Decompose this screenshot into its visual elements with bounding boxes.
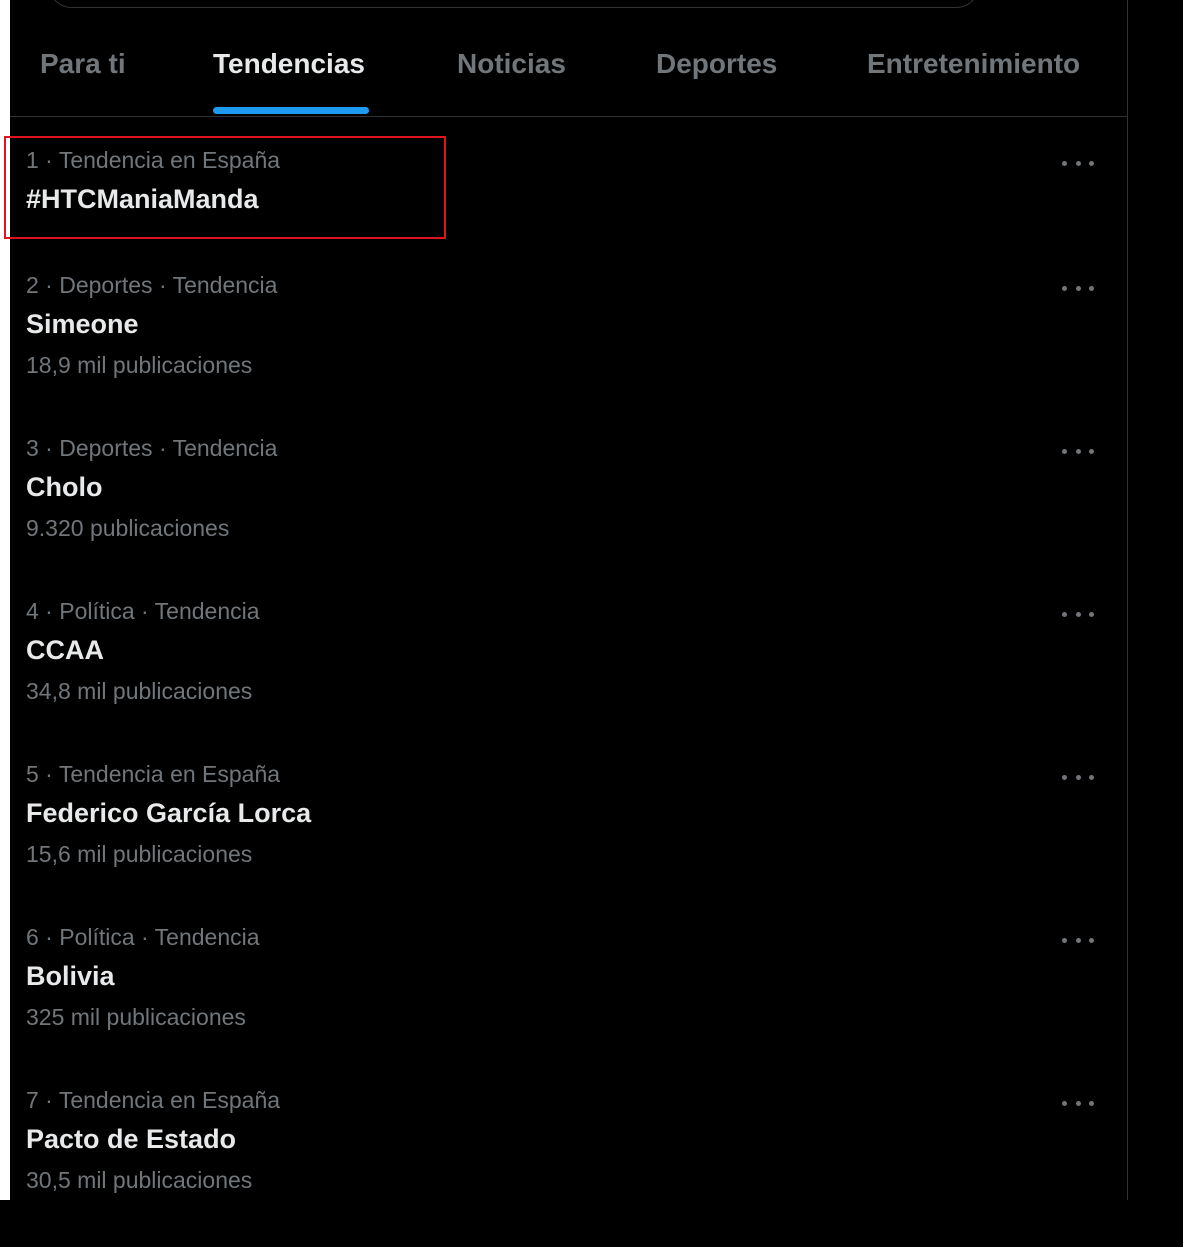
tab-tendencias[interactable]: Tendencias xyxy=(213,48,365,80)
trend-meta: 1 · Tendencia en España xyxy=(26,147,281,173)
trend-post-count: 30,5 mil publicaciones xyxy=(26,1167,253,1193)
trend-item[interactable]: 3 · Deportes · Tendencia Cholo 9.320 pub… xyxy=(10,435,1127,595)
tab-para-ti[interactable]: Para ti xyxy=(40,48,126,80)
trend-item[interactable]: 6 · Política · Tendencia Bolivia 325 mil… xyxy=(10,924,1127,1084)
trend-item[interactable]: 7 · Tendencia en España Pacto de Estado … xyxy=(10,1087,1127,1247)
trend-name: Federico García Lorca xyxy=(26,798,312,828)
more-horizontal-icon[interactable] xyxy=(1062,769,1094,785)
trend-meta: 5 · Tendencia en España xyxy=(26,761,281,787)
left-gutter xyxy=(0,0,10,1200)
tab-deportes[interactable]: Deportes xyxy=(656,48,777,80)
trend-item[interactable]: 4 · Política · Tendencia CCAA 34,8 mil p… xyxy=(10,598,1127,758)
trend-meta: 2 · Deportes · Tendencia xyxy=(26,272,278,298)
trend-name: Cholo xyxy=(26,472,103,502)
more-horizontal-icon[interactable] xyxy=(1062,932,1094,948)
trend-name: Pacto de Estado xyxy=(26,1124,237,1154)
trend-meta: 4 · Política · Tendencia xyxy=(26,598,260,624)
trend-name: #HTCManiaManda xyxy=(26,184,259,214)
trend-meta: 6 · Política · Tendencia xyxy=(26,924,260,950)
tab-noticias[interactable]: Noticias xyxy=(457,48,566,80)
more-horizontal-icon[interactable] xyxy=(1062,155,1094,171)
trend-name: Simeone xyxy=(26,309,139,339)
trend-name: Bolivia xyxy=(26,961,115,991)
more-horizontal-icon[interactable] xyxy=(1062,1095,1094,1111)
trend-meta: 7 · Tendencia en España xyxy=(26,1087,281,1113)
explore-panel: Para ti Tendencias Noticias Deportes Ent… xyxy=(10,0,1128,1200)
trend-name: CCAA xyxy=(26,635,104,665)
right-column xyxy=(1128,0,1183,1200)
trend-post-count: 34,8 mil publicaciones xyxy=(26,678,253,704)
trend-post-count: 9.320 publicaciones xyxy=(26,515,230,541)
trend-post-count: 15,6 mil publicaciones xyxy=(26,841,253,867)
trend-post-count: 18,9 mil publicaciones xyxy=(26,352,253,378)
more-horizontal-icon[interactable] xyxy=(1062,606,1094,622)
trend-item[interactable]: 2 · Deportes · Tendencia Simeone 18,9 mi… xyxy=(10,272,1127,432)
more-horizontal-icon[interactable] xyxy=(1062,280,1094,296)
more-horizontal-icon[interactable] xyxy=(1062,443,1094,459)
explore-tabs: Para ti Tendencias Noticias Deportes Ent… xyxy=(10,0,1127,117)
trend-meta: 3 · Deportes · Tendencia xyxy=(26,435,278,461)
active-tab-indicator xyxy=(213,107,369,114)
trend-item[interactable]: 5 · Tendencia en España Federico García … xyxy=(10,761,1127,921)
tab-entretenimiento[interactable]: Entretenimiento xyxy=(867,48,1080,80)
trend-post-count: 325 mil publicaciones xyxy=(26,1004,246,1030)
